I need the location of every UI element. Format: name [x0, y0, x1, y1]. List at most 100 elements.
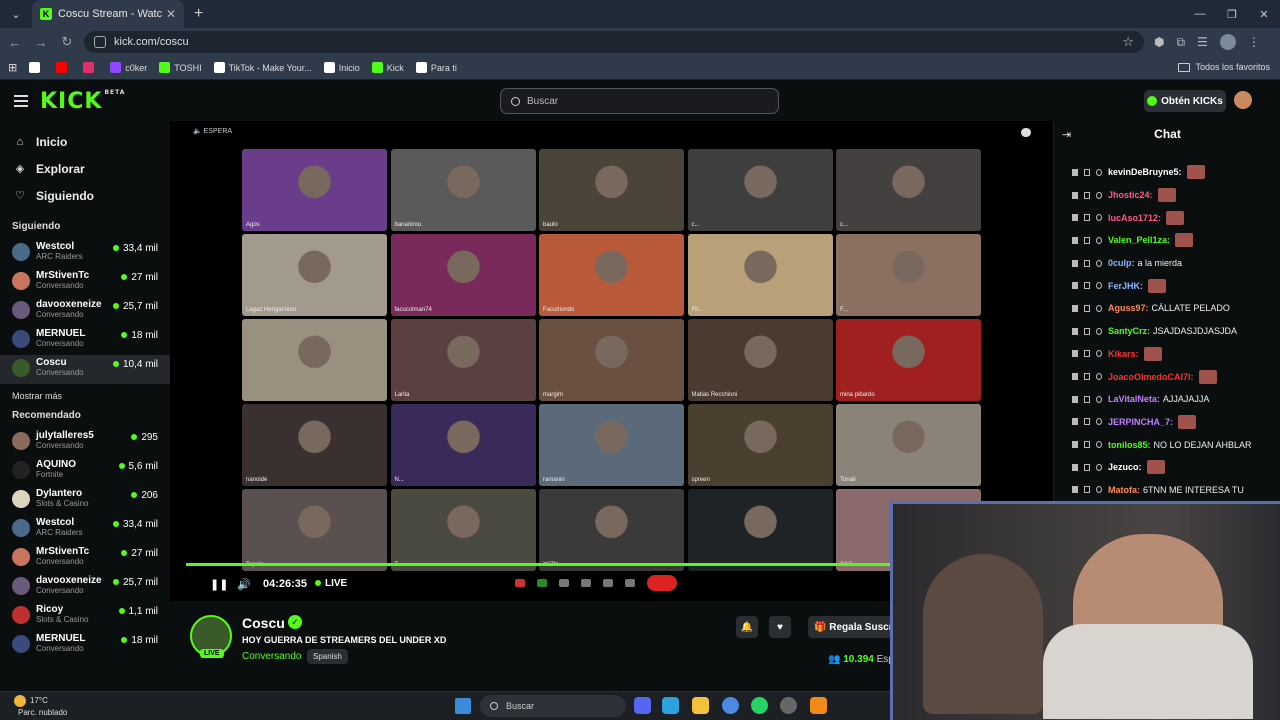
reload-icon[interactable]: ↻	[56, 34, 78, 50]
pause-icon[interactable]: ❚❚	[210, 578, 228, 591]
chrome-icon[interactable]	[722, 697, 739, 714]
timeout-icon[interactable]	[1084, 191, 1090, 199]
get-kicks-button[interactable]: Obtén KICKs	[1144, 90, 1226, 112]
trash-icon[interactable]	[1072, 350, 1078, 358]
timeout-icon[interactable]	[1084, 486, 1090, 494]
apps-icon[interactable]: ⊞	[8, 61, 17, 74]
streamer-name[interactable]: Coscu	[242, 615, 285, 631]
timeout-icon[interactable]	[1084, 282, 1090, 290]
chat-username[interactable]: lucAso1712:	[1108, 213, 1161, 223]
trash-icon[interactable]	[1072, 486, 1078, 494]
extensions-icon[interactable]: ⧉	[1176, 35, 1185, 50]
channel-item[interactable]: Dylantero Slots & Casino 206	[0, 486, 170, 515]
discord-icon[interactable]	[634, 697, 651, 714]
channel-item[interactable]: Ricoy Slots & Casino 1,1 mil	[0, 602, 170, 631]
sidebar-nav-explorar[interactable]: ◈ Explorar	[0, 155, 170, 182]
trash-icon[interactable]	[1072, 327, 1078, 335]
address-bar[interactable]: kick.com/coscu ☆	[84, 31, 1144, 53]
obs-icon[interactable]	[780, 697, 797, 714]
chat-username[interactable]: kevinDeBruyne5:	[1108, 167, 1182, 177]
trash-icon[interactable]	[1072, 463, 1078, 471]
hamburger-menu-icon[interactable]	[14, 95, 28, 110]
channel-item[interactable]: MERNUEL Conversando 18 mil	[0, 326, 170, 355]
channel-item[interactable]: Coscu Conversando 10,4 mil	[0, 355, 170, 384]
bell-icon[interactable]: 🔔	[736, 616, 758, 638]
chat-username[interactable]: tonilos85:	[1108, 440, 1151, 450]
trash-icon[interactable]	[1072, 259, 1078, 267]
trash-icon[interactable]	[1072, 304, 1078, 312]
timeout-icon[interactable]	[1084, 350, 1090, 358]
channel-item[interactable]: MrStivenTc Conversando 27 mil	[0, 268, 170, 297]
channel-item[interactable]: MrStivenTc Conversando 27 mil	[0, 544, 170, 573]
trash-icon[interactable]	[1072, 191, 1078, 199]
timeout-icon[interactable]	[1084, 441, 1090, 449]
bookmark-item[interactable]	[56, 62, 71, 73]
channel-item[interactable]: julytalleres5 Conversando 295	[0, 428, 170, 457]
windows-start-icon[interactable]	[455, 698, 471, 714]
channel-item[interactable]: Westcol ARC Raiders 33,4 mil	[0, 239, 170, 268]
sidebar-nav-inicio[interactable]: ⌂ Inicio	[0, 128, 170, 155]
tab-search-button[interactable]: ⌄	[4, 2, 28, 26]
bookmark-item[interactable]	[83, 62, 98, 73]
media-icon[interactable]: ☰	[1197, 35, 1208, 49]
vlc-icon[interactable]	[810, 697, 827, 714]
bookmark-item[interactable]: c0ker	[110, 62, 147, 73]
channel-item[interactable]: davooxeneize Conversando 25,7 mil	[0, 297, 170, 326]
all-favorites[interactable]: Todos los favoritos	[1178, 62, 1270, 72]
bookmark-item[interactable]: TikTok - Make Your...	[213, 62, 312, 73]
channel-item[interactable]: Westcol ARC Raiders 33,4 mil	[0, 515, 170, 544]
volume-icon[interactable]: 🔊	[237, 578, 251, 591]
user-avatar[interactable]	[1234, 91, 1252, 109]
new-tab-icon[interactable]: +	[194, 5, 203, 23]
bookmark-item[interactable]	[29, 62, 44, 73]
progress-bar[interactable]	[186, 563, 902, 566]
whatsapp-icon[interactable]	[751, 697, 768, 714]
show-more-link[interactable]: Mostrar más	[0, 384, 170, 408]
timeout-icon[interactable]	[1084, 463, 1090, 471]
timeout-icon[interactable]	[1084, 373, 1090, 381]
chat-bubble-icon[interactable]	[1021, 128, 1031, 137]
chat-username[interactable]: FerJHK:	[1108, 281, 1143, 291]
chat-username[interactable]: JoacoOlmedoCAI7l:	[1108, 372, 1194, 382]
trash-icon[interactable]	[1072, 214, 1078, 222]
chat-username[interactable]: Matofa:	[1108, 485, 1140, 495]
timeout-icon[interactable]	[1084, 418, 1090, 426]
menu-icon[interactable]: ⋮	[1248, 35, 1260, 49]
channel-item[interactable]: MERNUEL Conversando 18 mil	[0, 631, 170, 660]
timeout-icon[interactable]	[1084, 168, 1090, 176]
gift-sub-button[interactable]: 🎁 Regala Suscri	[808, 616, 890, 638]
taskbar-search[interactable]: Buscar	[480, 695, 626, 717]
telegram-icon[interactable]	[662, 697, 679, 714]
trash-icon[interactable]	[1072, 395, 1078, 403]
sidebar-nav-siguiendo[interactable]: ♡ Siguiendo	[0, 182, 170, 209]
chat-username[interactable]: SantyCrz:	[1108, 326, 1150, 336]
trash-icon[interactable]	[1072, 418, 1078, 426]
bookmark-item[interactable]: Para ti	[415, 62, 457, 73]
site-info-icon[interactable]	[94, 36, 106, 48]
bookmark-item[interactable]: TOSHI	[159, 62, 202, 73]
stream-category[interactable]: Conversando	[242, 651, 301, 662]
shield-icon[interactable]: ⬢	[1154, 35, 1164, 49]
heart-icon[interactable]: ♥	[769, 616, 791, 638]
timeout-icon[interactable]	[1084, 214, 1090, 222]
chat-username[interactable]: Jezuco:	[1108, 462, 1142, 472]
chat-username[interactable]: 0culp:	[1108, 258, 1135, 268]
minimize-icon[interactable]: —	[1184, 0, 1216, 28]
bookmark-item[interactable]: Inicio	[323, 62, 360, 73]
chat-username[interactable]: Aguss97:	[1108, 303, 1149, 313]
chat-username[interactable]: JERPINCHA_7:	[1108, 417, 1173, 427]
trash-icon[interactable]	[1072, 282, 1078, 290]
chat-username[interactable]: LaVitalNeta:	[1108, 394, 1160, 404]
file-explorer-icon[interactable]	[692, 697, 709, 714]
chat-username[interactable]: Jhostic24:	[1108, 190, 1153, 200]
search-input[interactable]: Buscar	[500, 88, 779, 114]
timeout-icon[interactable]	[1084, 327, 1090, 335]
chat-username[interactable]: Valen_Pell1za:	[1108, 235, 1170, 245]
trash-icon[interactable]	[1072, 236, 1078, 244]
profile-avatar[interactable]	[1219, 34, 1236, 50]
timeout-icon[interactable]	[1084, 236, 1090, 244]
close-tab-icon[interactable]: ✕	[166, 7, 176, 21]
bookmark-item[interactable]: Kick	[371, 62, 404, 73]
back-icon[interactable]: ←	[4, 35, 26, 50]
restore-icon[interactable]: ❐	[1216, 0, 1248, 28]
